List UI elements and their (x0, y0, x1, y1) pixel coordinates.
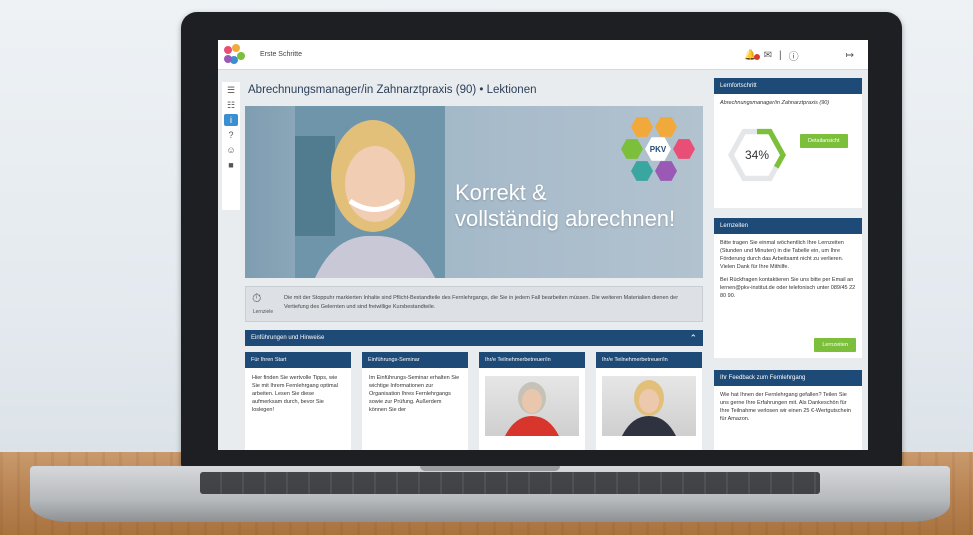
rocket-hex-icon (631, 161, 653, 181)
card-title: Einführungs-Seminar (362, 352, 468, 368)
people-hex-icon (673, 139, 695, 159)
lernzeiten-contact: Bei Rückfragen kontaktieren Sie uns bitt… (720, 277, 856, 299)
pkv-hex-logo: PKV (645, 137, 671, 161)
bell-icon[interactable]: 🔔 (744, 50, 760, 61)
chart-hex-icon (655, 117, 677, 137)
laptop-hinge-notch (420, 466, 560, 471)
top-bar: Erste Schritte 🔔 ✉ | ⓘ ↦ (218, 40, 868, 70)
stopwatch-icon: ⏱ (252, 291, 262, 305)
card-advisor-1[interactable]: Ihr/e Teilnehmerbetreuer/in (479, 352, 585, 450)
breadcrumb-first-steps[interactable]: Erste Schritte (260, 51, 302, 58)
card-advisor-2[interactable]: Ihr/e Teilnehmerbetreuer/in (596, 352, 702, 450)
card-title: Ihr/e Teilnehmerbetreuer/in (596, 352, 702, 368)
hex-icon-cluster: PKV (617, 112, 697, 192)
advisor-photo-1 (485, 376, 579, 436)
user-icon[interactable]: ☺ (224, 144, 238, 156)
lernziele-box: ⏱ Lernziele Die mit der Stoppuhr markier… (245, 286, 703, 322)
mail-icon[interactable]: ✉ (764, 50, 772, 61)
card-text: Im Einführungs-Seminar erhalten Sie wich… (369, 375, 460, 413)
laptop-screen: Erste Schritte 🔔 ✉ | ⓘ ↦ ☰ ☷ i ? ☺ ■ Abr… (218, 40, 868, 450)
laptop-keyboard (200, 472, 820, 494)
panel-lernfortschritt: Lernfortschritt Abrechnungsmanager/in Za… (714, 78, 862, 208)
card-title: Ihr/e Teilnehmerbetreuer/in (479, 352, 585, 368)
card-start[interactable]: Für Ihren Start Hier finden Sie wertvoll… (245, 352, 351, 450)
panel-feedback: Ihr Feedback zum Fernlehrgang Wie hat Ih… (714, 370, 862, 450)
card-title: Für Ihren Start (245, 352, 351, 368)
advisor-photo-2 (602, 376, 696, 436)
logout-icon[interactable]: ↦ (846, 50, 854, 61)
tree-hex-icon (655, 161, 677, 181)
menu-icon[interactable]: ☰ (224, 84, 238, 96)
section-introductions[interactable]: Einführungen und Hinweise ⌃ (245, 330, 703, 346)
topbar-divider: | (779, 50, 782, 61)
lernziele-label: Lernziele (252, 309, 274, 315)
question-icon[interactable]: ? (224, 129, 238, 141)
page-title: Abrechnungsmanager/in Zahnarztpraxis (90… (248, 84, 537, 96)
course-name: Abrechnungsmanager/in Zahnarztpraxis (90… (720, 100, 830, 106)
notification-badge (753, 54, 760, 60)
panel-title: Lernzeiten (714, 218, 862, 234)
panel-title: Ihr Feedback zum Fernlehrgang (714, 370, 862, 386)
puzzle-hex-icon (621, 139, 643, 159)
card-row: Für Ihren Start Hier finden Sie wertvoll… (245, 352, 703, 450)
panel-title: Lernfortschritt (714, 78, 862, 94)
help-icon[interactable]: ⓘ (789, 48, 799, 63)
hero-banner: Korrekt & vollständig abrechnen! PKV (245, 106, 703, 278)
hero-headline-line2: vollständig abrechnen! (455, 206, 676, 231)
detail-view-button[interactable]: Detailansicht (800, 134, 848, 148)
lernzeiten-button[interactable]: Lernzeiten (814, 338, 856, 352)
chevron-up-icon[interactable]: ⌃ (689, 330, 697, 346)
hero-woman-photo (295, 106, 445, 278)
section-title: Einführungen und Hinweise (251, 335, 325, 341)
left-sidebar: ☰ ☷ i ? ☺ ■ (222, 82, 240, 210)
sitemap-icon[interactable]: ☷ (224, 99, 238, 111)
card-text: Hier finden Sie wertvolle Tipps, wie Sie… (252, 375, 338, 413)
panel-lernzeiten: Lernzeiten Bitte tragen Sie einmal wöche… (714, 218, 862, 358)
card-seminar[interactable]: Einführungs-Seminar Im Einführungs-Semin… (362, 352, 468, 450)
info-icon[interactable]: i (224, 114, 238, 126)
pkv-icon[interactable]: ■ (224, 159, 238, 171)
euro-hex-icon (631, 117, 653, 137)
feedback-text: Wie hat Ihnen der Fernlehrgang gefallen?… (720, 392, 851, 422)
lernziele-text: Die mit der Stoppuhr markierten Inhalte … (284, 295, 679, 310)
logo-icon[interactable] (224, 43, 246, 66)
lernzeiten-text: Bitte tragen Sie einmal wöchentlich Ihre… (720, 240, 844, 270)
